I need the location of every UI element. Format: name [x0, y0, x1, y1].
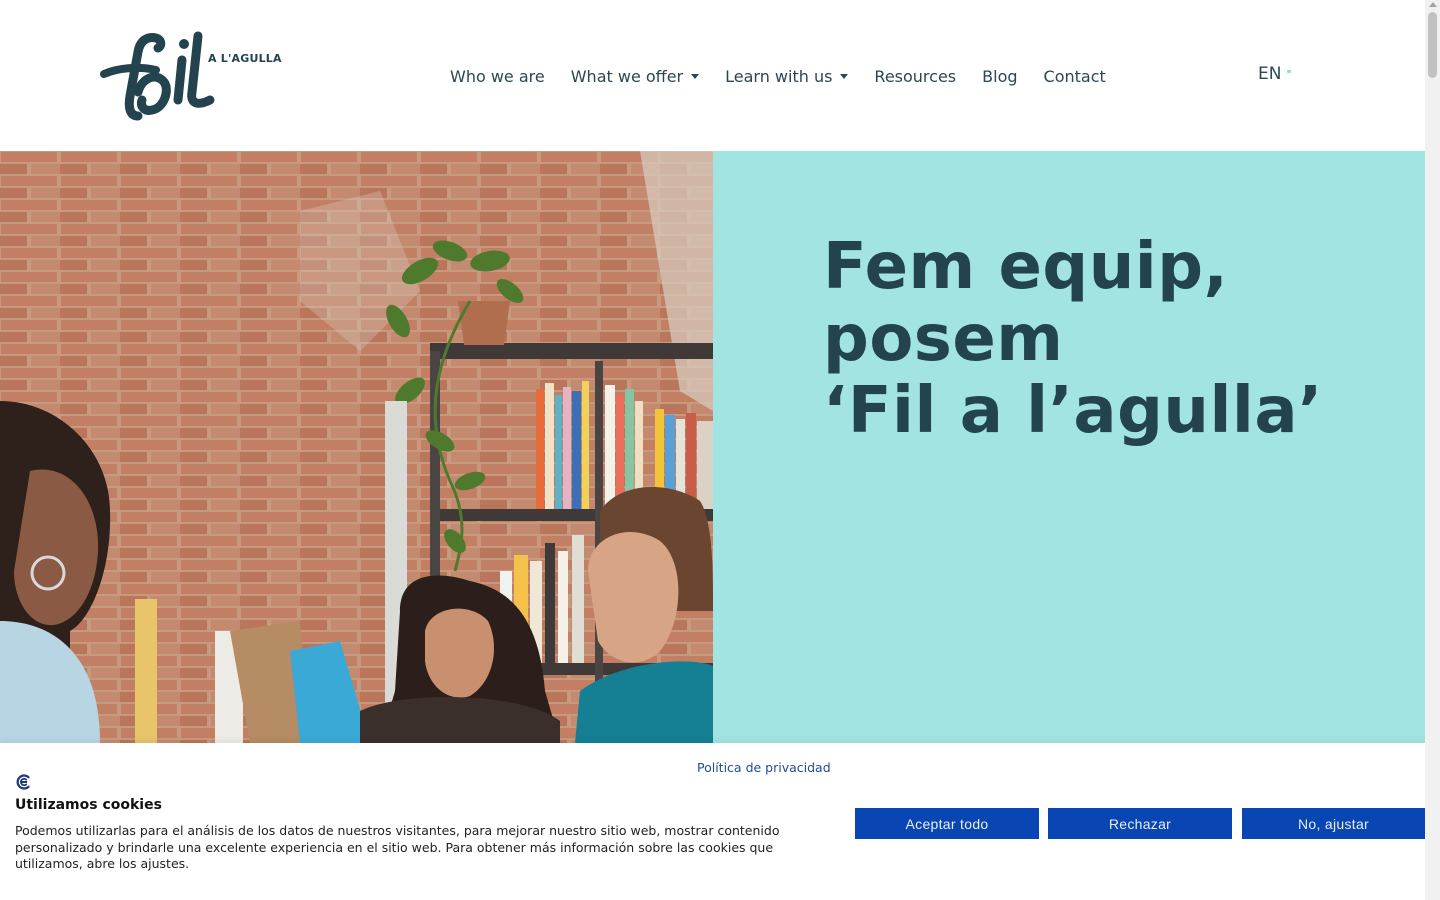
- scrollbar-thumb[interactable]: [1428, 12, 1437, 78]
- hero-title-line: posem: [823, 302, 1064, 376]
- hero-title: Fem equip, posem ‘Fil a l’agulla’: [823, 231, 1383, 447]
- nav-resources[interactable]: Resources: [874, 67, 956, 86]
- page-scrollbar[interactable]: [1425, 0, 1440, 900]
- adjust-settings-button[interactable]: No, ajustar: [1242, 808, 1425, 839]
- cookie-consent-icon: [16, 774, 30, 790]
- language-label: EN: [1258, 64, 1282, 84]
- accept-all-button[interactable]: Aceptar todo: [855, 808, 1039, 839]
- nav-label: Resources: [874, 66, 957, 86]
- nav-label: Contact: [1043, 66, 1106, 86]
- reject-button[interactable]: Rechazar: [1048, 808, 1232, 839]
- language-dropdown-icon: [1287, 69, 1292, 73]
- page: A L'AGULLA Who we are What we offer Lear…: [0, 0, 1440, 900]
- cookie-banner: Política de privacidad Utilizamos cookie…: [0, 743, 1440, 900]
- cookie-title: Utilizamos cookies: [15, 797, 162, 813]
- main-nav: Who we are What we offer Learn with us R…: [450, 64, 1132, 88]
- nav-label: Learn with us: [725, 66, 833, 86]
- cookie-description: Podemos utilizarlas para el análisis de …: [15, 823, 780, 871]
- scroll-up-arrow-icon[interactable]: [1429, 2, 1437, 7]
- nav-label: Who we are: [450, 66, 545, 86]
- language-selector[interactable]: EN: [1258, 64, 1292, 84]
- chevron-down-icon: [840, 73, 849, 79]
- nav-contact[interactable]: Contact: [1044, 67, 1106, 86]
- privacy-policy-link[interactable]: Política de privacidad: [697, 760, 831, 775]
- hero-photo: [0, 151, 713, 743]
- chevron-down-icon: [691, 73, 700, 79]
- nav-label: What we offer: [570, 66, 684, 86]
- nav-who-we-are[interactable]: Who we are: [450, 67, 545, 86]
- nav-blog[interactable]: Blog: [982, 67, 1017, 86]
- hero-title-line: ‘Fil a l’agulla’: [823, 374, 1323, 448]
- logo-tagline: A L'AGULLA: [208, 52, 282, 65]
- hero-image: [0, 151, 713, 743]
- fil-logo-icon: [100, 31, 215, 121]
- nav-label: Blog: [982, 66, 1018, 86]
- hero-panel: Fem equip, posem ‘Fil a l’agulla’: [713, 151, 1425, 743]
- site-header: A L'AGULLA Who we are What we offer Lear…: [0, 0, 1425, 151]
- site-logo[interactable]: A L'AGULLA: [98, 30, 283, 122]
- nav-learn-with-us[interactable]: Learn with us: [725, 66, 849, 86]
- hero-title-line: Fem equip,: [823, 230, 1229, 304]
- nav-what-we-offer[interactable]: What we offer: [570, 66, 700, 86]
